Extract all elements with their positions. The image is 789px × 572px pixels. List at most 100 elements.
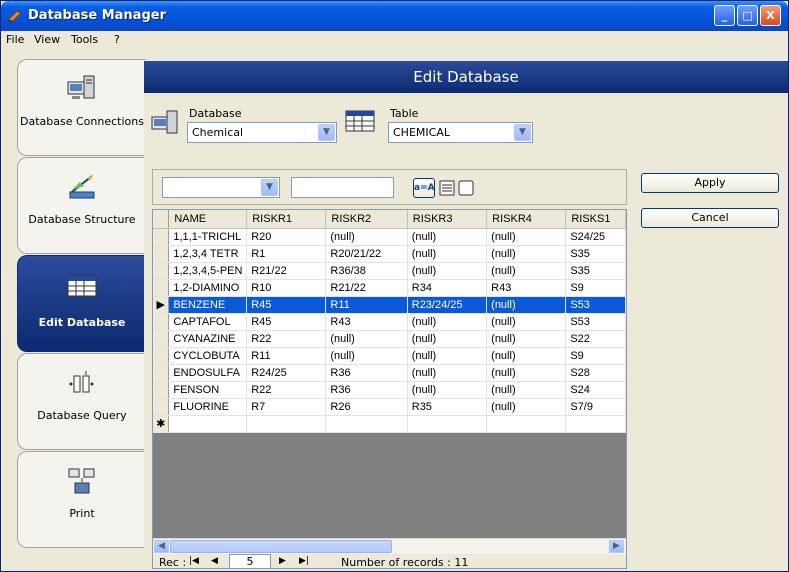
table-cell[interactable]: R34 (407, 279, 488, 297)
table-cell[interactable]: (null) (407, 245, 488, 263)
table-cell[interactable]: R1 (246, 245, 327, 263)
database-select[interactable]: Chemical ▼ (187, 122, 337, 143)
table-cell[interactable]: (null) (486, 296, 567, 314)
row-selector[interactable]: ▶ (153, 296, 170, 314)
table-cell[interactable]: FLUORINE (168, 398, 248, 416)
table-cell[interactable]: (null) (407, 262, 488, 280)
table-cell[interactable]: 1,2-DIAMINO (168, 279, 248, 297)
row-selector[interactable] (153, 245, 170, 263)
table-cell[interactable]: S28 (565, 364, 626, 382)
table-row[interactable]: FENSON R22 R36 (null) (null) S24 (153, 381, 626, 399)
table-cell[interactable]: R10 (246, 279, 327, 297)
table-cell[interactable]: (null) (407, 330, 488, 348)
nav-edit-database[interactable]: Edit Database (17, 255, 146, 352)
menu-file[interactable]: File (6, 33, 24, 46)
table-cell[interactable]: (null) (407, 364, 488, 382)
table-cell[interactable]: R20 (246, 228, 327, 246)
table-cell[interactable]: (null) (407, 313, 488, 331)
table-cell[interactable]: S35 (565, 262, 626, 280)
table-cell[interactable]: S24/25 (565, 228, 626, 246)
table-row[interactable]: FLUORINE R7 R26 R35 (null) S7/9 (153, 398, 626, 416)
table-cell[interactable]: (null) (407, 381, 488, 399)
column-header[interactable]: RISKR4 (486, 210, 567, 229)
table-cell[interactable]: R36/38 (325, 262, 408, 280)
table-cell[interactable]: R24/25 (246, 364, 327, 382)
row-selector[interactable] (153, 381, 170, 399)
table-cell[interactable]: ENDOSULFA (168, 364, 248, 382)
table-cell[interactable]: R23/24/25 (407, 296, 488, 314)
table-select[interactable]: CHEMICAL ▼ (388, 122, 533, 143)
table-row[interactable]: 1,2-DIAMINO R10 R21/22 R34 R43 S9 (153, 279, 626, 297)
table-cell[interactable] (407, 415, 488, 433)
table-cell[interactable]: CYCLOBUTA (168, 347, 248, 365)
row-selector[interactable] (153, 313, 170, 331)
table-row[interactable]: CYANAZINE R22 (null) (null) (null) S22 (153, 330, 626, 348)
case-sensitive-button[interactable]: a=A (413, 178, 435, 198)
row-selector[interactable] (153, 398, 170, 416)
chevron-down-icon[interactable]: ▼ (318, 124, 335, 141)
chevron-down-icon[interactable]: ▼ (261, 179, 278, 196)
table-cell[interactable]: (null) (486, 381, 567, 399)
table-cell[interactable]: (null) (486, 398, 567, 416)
column-header[interactable]: NAME (168, 210, 248, 229)
table-cell[interactable]: R11 (325, 296, 408, 314)
scrollbar-thumb[interactable] (170, 540, 392, 553)
table-cell[interactable]: (null) (325, 330, 408, 348)
menu-view[interactable]: View (34, 33, 60, 46)
table-cell[interactable]: R36 (325, 364, 408, 382)
table-cell[interactable]: 1,1,1-TRICHL (168, 228, 248, 246)
table-cell[interactable]: 1,2,3,4 TETR (168, 245, 248, 263)
table-cell[interactable]: (null) (486, 364, 567, 382)
row-selector[interactable] (153, 262, 170, 280)
table-cell[interactable]: R26 (325, 398, 408, 416)
maximize-button[interactable]: □ (737, 5, 758, 26)
menu-help[interactable]: ? (114, 33, 120, 46)
table-cell[interactable]: (null) (325, 228, 408, 246)
list-view-icon[interactable] (439, 180, 455, 196)
table-cell[interactable]: R43 (325, 313, 408, 331)
table-cell[interactable]: R11 (246, 347, 327, 365)
table-cell[interactable]: (null) (486, 262, 567, 280)
table-cell[interactable] (565, 415, 626, 433)
table-cell[interactable] (168, 415, 248, 433)
row-selector[interactable] (153, 364, 170, 382)
table-cell[interactable]: (null) (407, 228, 488, 246)
nav-database-structure[interactable]: Database Structure (17, 157, 146, 254)
clear-filter-icon[interactable] (458, 180, 474, 196)
cancel-button[interactable]: Cancel (641, 208, 779, 228)
table-cell[interactable]: S35 (565, 245, 626, 263)
chevron-down-icon[interactable]: ▼ (514, 124, 531, 141)
table-cell[interactable]: R20/21/22 (325, 245, 408, 263)
table-row[interactable]: ENDOSULFA R24/25 R36 (null) (null) S28 (153, 364, 626, 382)
prev-record-icon[interactable]: ◀ (211, 556, 218, 566)
table-cell[interactable]: (null) (486, 245, 567, 263)
current-record-input[interactable]: 5 (229, 554, 271, 568)
nav-database-query[interactable]: Database Query (17, 353, 146, 450)
first-record-icon[interactable]: |◀ (189, 556, 199, 566)
row-selector[interactable] (153, 228, 170, 246)
table-row[interactable]: CYCLOBUTA R11 (null) (null) (null) S9 (153, 347, 626, 365)
table-cell[interactable]: S9 (565, 347, 626, 365)
data-grid[interactable]: NAME RISKR1 RISKR2 RISKR3 RISKR4 RISKS1 … (152, 209, 627, 569)
table-cell[interactable]: R21/22 (246, 262, 327, 280)
table-cell[interactable]: (null) (486, 228, 567, 246)
table-cell[interactable]: S53 (565, 313, 626, 331)
filter-text-input[interactable] (291, 177, 394, 198)
column-header[interactable]: RISKR3 (407, 210, 488, 229)
table-cell[interactable]: S22 (565, 330, 626, 348)
table-cell[interactable]: 1,2,3,4,5-PEN (168, 262, 248, 280)
table-cell[interactable]: CAPTAFOL (168, 313, 248, 331)
table-cell[interactable]: (null) (407, 347, 488, 365)
table-row[interactable]: 1,1,1-TRICHL R20 (null) (null) (null) S24/25 (153, 228, 626, 246)
nav-database-connections[interactable]: Database Connections (17, 59, 146, 156)
table-row[interactable]: ▶ BENZENE R45 R11 R23/24/25 (null) S53 (153, 296, 626, 314)
menu-tools[interactable]: Tools (71, 33, 98, 46)
new-row[interactable]: ✱ (153, 415, 626, 433)
title-bar[interactable]: Database Manager _ □ X (1, 1, 788, 31)
table-cell[interactable]: R36 (325, 381, 408, 399)
table-cell[interactable]: BENZENE (168, 296, 248, 314)
table-cell[interactable]: R22 (246, 381, 327, 399)
table-cell[interactable]: (null) (486, 330, 567, 348)
nav-print[interactable]: Print (17, 451, 146, 548)
table-cell[interactable]: R35 (407, 398, 488, 416)
